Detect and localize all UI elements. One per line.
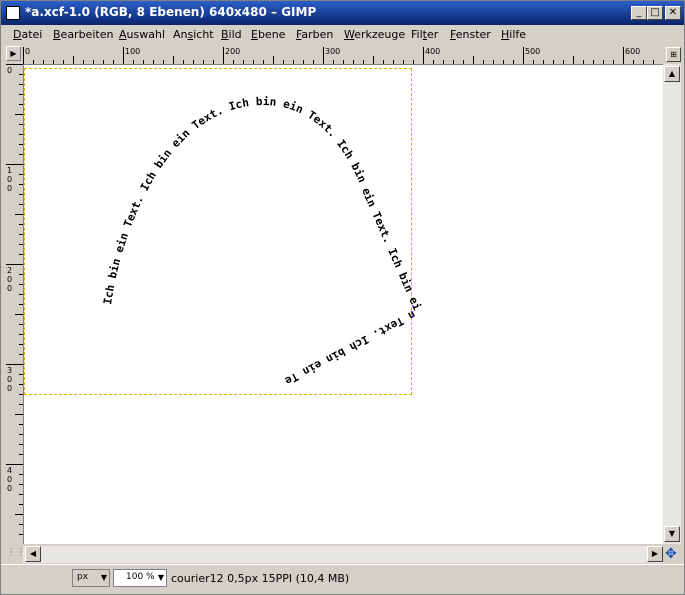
menu-filter[interactable]: Filter xyxy=(411,28,438,41)
text-along-path: Ich bin ein Text. Ich bin ein Text. Ich … xyxy=(101,95,424,388)
ruler-label: 200 xyxy=(7,266,13,293)
scroll-up-button[interactable]: ▲ xyxy=(664,66,680,82)
ruler-tick xyxy=(23,47,24,64)
ruler-tick xyxy=(6,264,23,265)
scroll-left-button[interactable]: ◀ xyxy=(25,546,41,562)
scroll-down-button[interactable]: ▼ xyxy=(664,526,680,542)
ruler-label: 100 xyxy=(7,166,13,193)
ruler-tick xyxy=(15,214,23,215)
ruler-tick xyxy=(6,64,23,65)
zoom-value: 100 % xyxy=(126,572,155,582)
menu-datei[interactable]: Datei xyxy=(13,28,42,41)
ruler-tick xyxy=(623,47,624,64)
ruler-tick xyxy=(123,47,124,64)
ruler-tick xyxy=(323,47,324,64)
vertical-scrollbar[interactable]: ▲ ▼ xyxy=(663,64,681,544)
ruler-tick xyxy=(173,56,174,64)
zoom-on-resize-icon[interactable]: ⊞ xyxy=(666,47,681,62)
chevron-down-icon: ▼ xyxy=(100,573,107,582)
unit-dropdown[interactable]: px ▼ xyxy=(72,569,110,587)
ruler-label: 400 xyxy=(425,47,441,56)
status-info: courier12 0,5px 15PPI (10,4 MB) xyxy=(171,572,350,585)
menu-werkzeuge[interactable]: Werkzeuge xyxy=(344,28,405,41)
minimize-button[interactable]: _ xyxy=(631,6,647,20)
gimp-image-window: *a.xcf-1.0 (RGB, 8 Ebenen) 640x480 – GIM… xyxy=(0,0,685,595)
ruler-tick xyxy=(273,56,274,64)
ruler-label: 0 xyxy=(25,47,31,56)
ruler-tick xyxy=(423,47,424,64)
horizontal-scrollbar[interactable]: ◀ ▶ xyxy=(23,546,663,563)
ruler-label: 0 xyxy=(7,66,13,75)
horizontal-ruler[interactable]: 0 100 200 300 400 500 600 xyxy=(23,46,663,65)
menu-auswahl[interactable]: Auswahl xyxy=(119,28,165,41)
ruler-label: 600 xyxy=(625,47,641,56)
menu-bearbeiten[interactable]: Bearbeiten xyxy=(53,28,113,41)
ruler-tick xyxy=(473,56,474,64)
ruler-tick xyxy=(15,114,23,115)
ruler-label: 200 xyxy=(225,47,241,56)
menu-bild[interactable]: Bild xyxy=(221,28,242,41)
ruler-label: 100 xyxy=(125,47,141,56)
gimp-app-icon xyxy=(6,6,20,20)
ruler-tick xyxy=(223,47,224,64)
menu-ansicht[interactable]: Ansicht xyxy=(173,28,214,41)
menu-arrow-button[interactable]: ▶ xyxy=(6,46,21,61)
menu-hilfe[interactable]: Hilfe xyxy=(501,28,526,41)
close-button[interactable]: ✕ xyxy=(665,6,681,20)
ruler-label: 400 xyxy=(7,466,13,493)
vertical-ruler[interactable]: 0 100 200 300 400 xyxy=(5,64,24,544)
ruler-tick xyxy=(15,314,23,315)
ruler-tick xyxy=(573,56,574,64)
ruler-tick xyxy=(6,364,23,365)
zoom-dropdown[interactable]: 100 % ▼ xyxy=(113,569,167,587)
title-bar[interactable]: *a.xcf-1.0 (RGB, 8 Ebenen) 640x480 – GIM… xyxy=(1,1,684,25)
ruler-tick xyxy=(15,514,23,515)
ruler-tick xyxy=(373,56,374,64)
image-canvas[interactable]: Ich bin ein Text. Ich bin ein Text. Ich … xyxy=(23,64,663,544)
menu-fenster[interactable]: Fenster xyxy=(450,28,491,41)
scroll-right-button[interactable]: ▶ xyxy=(647,546,663,562)
ruler-label: 300 xyxy=(7,366,13,393)
ruler-label: 500 xyxy=(525,47,541,56)
ruler-tick xyxy=(6,164,23,165)
chevron-down-icon: ▼ xyxy=(157,573,164,582)
menu-farben[interactable]: Farben xyxy=(296,28,333,41)
ruler-tick xyxy=(15,414,23,415)
maximize-button[interactable]: □ xyxy=(647,6,663,20)
navigate-icon[interactable]: ✥ xyxy=(665,546,677,562)
menu-bar: Datei Bearbeiten Auswahl Ansicht Bild Ebene Fa… xyxy=(1,25,684,45)
ruler-tick xyxy=(73,56,74,64)
window-title: *a.xcf-1.0 (RGB, 8 Ebenen) 640x480 – GIM… xyxy=(25,5,317,19)
ruler-label: 300 xyxy=(325,47,341,56)
path-text: Ich bin ein Text. Ich bin ein Text. Ich … xyxy=(101,95,424,388)
unit-value: px xyxy=(77,572,89,582)
menu-ebene[interactable]: Ebene xyxy=(251,28,285,41)
ruler-tick xyxy=(523,47,524,64)
ruler-tick xyxy=(6,464,23,465)
